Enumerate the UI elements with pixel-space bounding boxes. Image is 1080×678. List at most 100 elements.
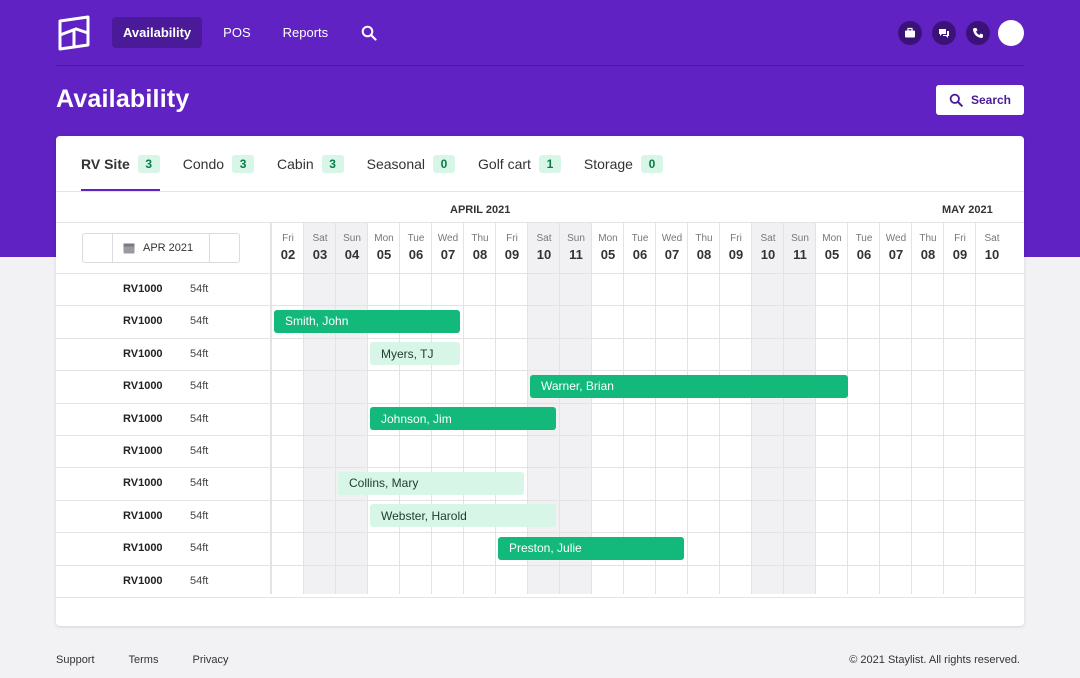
site-row[interactable]: RV1000 54ft: [56, 467, 271, 499]
tab-golf-cart[interactable]: Golf cart 1: [478, 136, 561, 191]
tab-condo[interactable]: Condo 3: [182, 136, 255, 191]
next-month-button[interactable]: [209, 234, 239, 262]
phone-icon[interactable]: [966, 20, 990, 45]
site-row[interactable]: RV1000 54ft: [56, 370, 271, 402]
tab-rv-site[interactable]: RV Site 3: [81, 136, 160, 191]
day-name: Tue: [855, 233, 873, 244]
day-header: Wed 07: [432, 223, 464, 273]
booking-bar[interactable]: Webster, Harold: [370, 504, 556, 528]
site-row[interactable]: RV1000 54ft: [56, 273, 271, 305]
count-badge: 3: [321, 154, 344, 173]
day-number: 08: [920, 247, 936, 262]
day-number: 04: [344, 247, 360, 262]
nav-availability[interactable]: Availability: [112, 17, 203, 48]
row-divider: [56, 467, 1024, 469]
day-name: Fri: [506, 233, 518, 244]
site-row[interactable]: RV1000 54ft: [56, 305, 271, 337]
site-row[interactable]: RV1000 54ft: [56, 565, 271, 597]
site-name: RV1000: [123, 477, 163, 490]
nav-pos[interactable]: POS: [212, 17, 261, 48]
day-header: Mon 05: [368, 223, 400, 273]
day-header: Sat 10: [752, 223, 784, 273]
site-name: RV1000: [123, 445, 163, 457]
site-column: APR 2021 RV1000 54ft RV1000 54ft RV1000 54ft R…: [56, 223, 271, 594]
site-row[interactable]: RV1000 54ft: [56, 338, 271, 370]
booking-bar[interactable]: Smith, John: [274, 309, 460, 333]
availability-card: RV Site 3 Condo 3 Cabin 3 Seasonal 0 Gol…: [56, 136, 1024, 626]
day-name: Sat: [984, 233, 1000, 244]
tab-label: Condo: [182, 155, 225, 172]
day-number: 05: [376, 247, 392, 262]
day-header: Sat 10: [976, 223, 1008, 273]
day-name: Sat: [312, 233, 328, 244]
month-label: MAY 2021: [942, 204, 993, 216]
availability-grid: APRIL 2021 MAY 2021 APR 2021 RV1000 54ft R…: [56, 191, 1024, 598]
tab-label: Storage: [583, 155, 633, 172]
tab-storage[interactable]: Storage 0: [584, 136, 663, 191]
row-divider: [56, 370, 1024, 372]
row-divider: [56, 499, 1024, 501]
day-number: 07: [888, 247, 904, 262]
day-header: Fri 02: [272, 223, 304, 273]
site-name: RV1000: [123, 509, 163, 522]
count-badge: 0: [640, 154, 663, 173]
site-name: RV1000: [123, 412, 163, 425]
month-header-row: APRIL 2021 MAY 2021: [56, 192, 1024, 223]
site-row[interactable]: RV1000 54ft: [56, 500, 271, 532]
site-size: 54ft: [190, 347, 209, 360]
prev-month-button[interactable]: [83, 234, 113, 262]
site-name: RV1000: [123, 283, 163, 295]
row-divider: [56, 564, 1024, 566]
day-number: 08: [472, 247, 488, 262]
day-number: 08: [696, 247, 712, 262]
day-column: Thu 08: [911, 223, 943, 594]
day-name: Sat: [760, 233, 776, 244]
booking-bar[interactable]: Collins, Mary: [338, 471, 524, 495]
booking-bar[interactable]: Warner, Brian: [530, 374, 848, 398]
row-divider: [56, 597, 1024, 598]
booking-bar[interactable]: Myers, TJ: [370, 342, 460, 366]
day-header: Mon 05: [816, 223, 848, 273]
row-divider: [56, 305, 1024, 307]
day-header: Thu 08: [464, 223, 496, 273]
day-name: Mon: [598, 233, 618, 244]
search-button[interactable]: Search: [936, 85, 1024, 115]
copyright-text: © 2021 Staylist. All rights reserved.: [849, 654, 1020, 666]
day-number: 07: [664, 247, 680, 262]
category-tabs: RV Site 3 Condo 3 Cabin 3 Seasonal 0 Gol…: [56, 136, 1024, 191]
top-actions: [888, 19, 1024, 46]
site-row[interactable]: RV1000 54ft: [56, 435, 271, 467]
footer-link-support[interactable]: Support: [56, 654, 95, 666]
month-picker[interactable]: APR 2021: [82, 233, 240, 263]
day-number: 02: [280, 247, 296, 262]
booking-bar[interactable]: Preston, Julie: [498, 536, 684, 560]
day-name: Wed: [661, 233, 683, 244]
footer-link-terms[interactable]: Terms: [129, 654, 159, 666]
day-number: 09: [728, 247, 744, 262]
tab-label: Cabin: [277, 155, 314, 172]
day-name: Sun: [567, 233, 585, 244]
avatar[interactable]: [998, 19, 1024, 46]
calendar-icon: [123, 243, 135, 254]
nav-reports[interactable]: Reports: [272, 17, 340, 48]
day-header: Mon 05: [592, 223, 624, 273]
search-icon[interactable]: [361, 25, 377, 41]
day-column: Fri 09: [943, 223, 975, 594]
chat-icon[interactable]: [932, 20, 956, 45]
count-badge: 3: [137, 154, 160, 173]
day-column: Sat 10: [975, 223, 1007, 594]
site-row[interactable]: RV1000 54ft: [56, 403, 271, 435]
count-badge: 3: [232, 154, 255, 173]
footer-link-privacy[interactable]: Privacy: [192, 654, 228, 666]
tab-cabin[interactable]: Cabin 3: [277, 136, 344, 191]
day-name: Mon: [374, 233, 394, 244]
day-column: Fri 02: [271, 223, 303, 594]
day-header: Sun 11: [560, 223, 592, 273]
count-badge: 1: [538, 154, 561, 173]
briefcase-icon[interactable]: [898, 20, 922, 45]
tab-seasonal[interactable]: Seasonal 0: [367, 136, 456, 191]
site-row[interactable]: RV1000 54ft: [56, 532, 271, 564]
day-name: Thu: [471, 233, 489, 244]
staylist-logo-icon[interactable]: [56, 15, 92, 51]
booking-bar[interactable]: Johnson, Jim: [370, 407, 556, 431]
